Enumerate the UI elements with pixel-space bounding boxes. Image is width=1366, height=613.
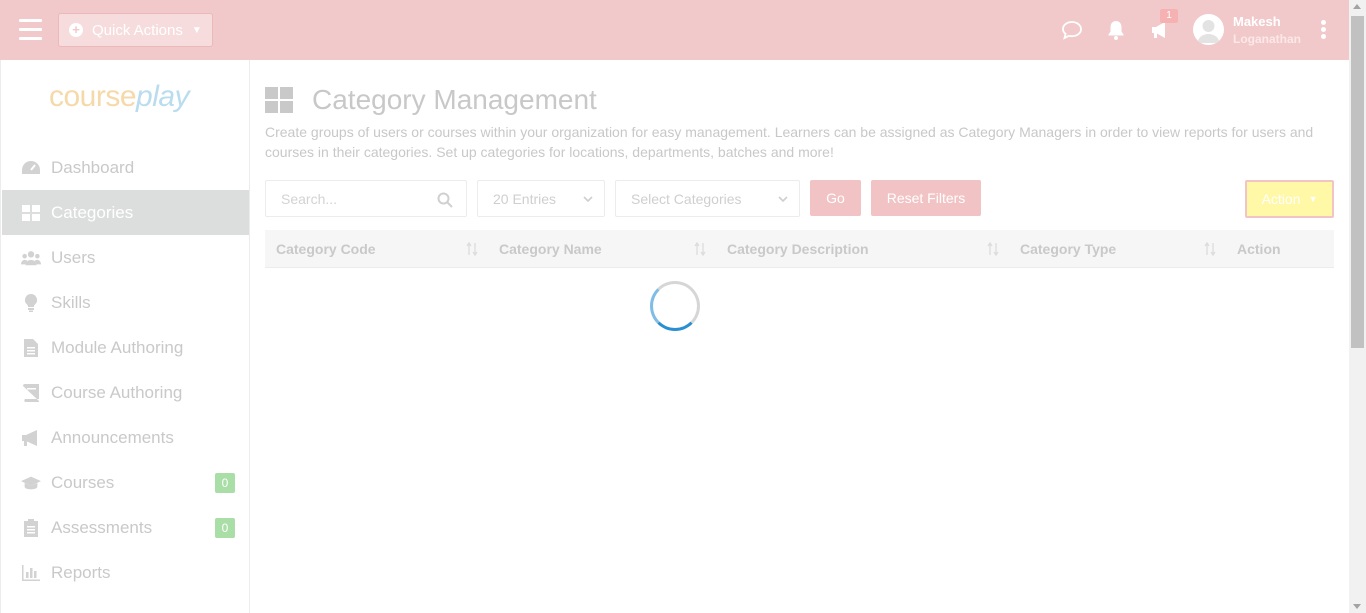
user-first-name[interactable]: Makesh [1233, 14, 1281, 29]
sidebar-item-reports[interactable]: Reports [2, 550, 249, 595]
column-header-action: Action [1237, 241, 1281, 257]
sort-icon[interactable] [466, 242, 478, 256]
sidebar-item-label: Course Authoring [51, 382, 183, 402]
go-button[interactable]: Go [810, 180, 861, 216]
sort-icon[interactable] [987, 242, 999, 256]
sort-icon[interactable] [694, 242, 706, 256]
top-navbar: + Quick Actions ▼ 1 Makesh Loganathan [0, 0, 1349, 60]
chevron-down-icon: ▼ [191, 24, 202, 36]
search-box [265, 180, 467, 217]
reset-filters-button[interactable]: Reset Filters [871, 180, 981, 216]
sidebar-item-label: Announcements [51, 427, 174, 447]
search-input[interactable] [266, 181, 426, 216]
action-button-label: Action [1261, 191, 1301, 207]
clipboard-icon [21, 518, 41, 537]
sidebar-item-label: Module Authoring [51, 337, 184, 357]
column-header-category-name[interactable]: Category Name [499, 230, 602, 268]
action-dropdown-button[interactable]: Action ▼ [1245, 180, 1334, 218]
scroll-up-arrow-icon[interactable] [1353, 4, 1361, 9]
chevron-down-icon [778, 196, 788, 203]
sidebar-item-course-authoring[interactable]: Course Authoring [2, 370, 249, 415]
courseplay-logo[interactable]: courseplay [49, 80, 190, 114]
notification-badge: 1 [1160, 9, 1178, 23]
user-avatar-icon [1197, 20, 1220, 43]
bell-icon[interactable] [1104, 18, 1128, 42]
sidebar-item-announcements[interactable]: Announcements [2, 415, 249, 460]
sidebar: courseplay Dashboard Categories Users Sk… [0, 60, 250, 613]
entries-select[interactable]: 20 Entries [477, 180, 605, 217]
sidebar-item-label: Reports [51, 562, 111, 582]
table-header: Category Code Category Name Category Des… [265, 230, 1334, 268]
file-icon [21, 338, 41, 357]
more-options-icon[interactable] [1321, 20, 1329, 42]
book-icon [21, 383, 41, 402]
assessments-count-badge: 0 [215, 518, 235, 538]
page-description: Create groups of users or courses within… [265, 124, 1314, 160]
grid-icon [21, 204, 41, 222]
sidebar-item-module-authoring[interactable]: Module Authoring [2, 325, 249, 370]
scrollbar-thumb[interactable] [1351, 16, 1364, 348]
column-header-category-code[interactable]: Category Code [276, 230, 376, 268]
sidebar-item-label: Categories [51, 202, 134, 222]
page-title: Category Management [312, 84, 597, 115]
quick-actions-button[interactable]: + Quick Actions ▼ [58, 13, 213, 47]
user-last-name[interactable]: Loganathan [1233, 32, 1301, 46]
chat-icon[interactable] [1060, 18, 1084, 42]
logo-text-play: play [136, 80, 190, 113]
lightbulb-icon [21, 293, 41, 312]
sidebar-item-label: Courses [51, 472, 115, 492]
categories-select[interactable]: Select Categories [615, 180, 800, 217]
sidebar-item-label: Assessments [51, 517, 153, 537]
hamburger-menu-icon[interactable] [19, 19, 42, 41]
sort-icon[interactable] [1204, 242, 1216, 256]
sidebar-item-skills[interactable]: Skills [2, 280, 249, 325]
sidebar-item-assessments[interactable]: Assessments 0 [2, 505, 249, 550]
logo-text-course: course [49, 80, 137, 113]
courses-count-badge: 0 [215, 473, 235, 493]
quick-actions-label: Quick Actions [92, 21, 183, 39]
bar-chart-icon [21, 564, 41, 582]
sidebar-item-label: Users [51, 247, 96, 267]
column-header-category-type[interactable]: Category Type [1020, 230, 1116, 268]
sidebar-item-users[interactable]: Users [2, 235, 249, 280]
sidebar-item-categories[interactable]: Categories [2, 190, 249, 235]
search-icon[interactable] [437, 192, 453, 208]
sidebar-item-label: Dashboard [51, 157, 135, 177]
chevron-down-icon [583, 196, 593, 203]
grid-icon [265, 87, 293, 113]
page-scrollbar[interactable] [1349, 0, 1366, 613]
megaphone-icon [21, 429, 41, 447]
plus-circle-icon: + [69, 23, 83, 37]
scroll-down-arrow-icon[interactable] [1353, 604, 1361, 609]
sidebar-item-dashboard[interactable]: Dashboard [2, 145, 249, 190]
dashboard-icon [21, 159, 41, 177]
column-header-category-description[interactable]: Category Description [727, 230, 869, 268]
categories-select-value: Select Categories [631, 190, 742, 207]
graduation-cap-icon [21, 474, 41, 492]
users-icon [21, 249, 41, 267]
chevron-down-icon: ▼ [1308, 194, 1318, 204]
user-avatar[interactable] [1193, 14, 1224, 45]
entries-select-value: 20 Entries [493, 190, 557, 207]
loading-spinner-icon [650, 281, 700, 331]
sidebar-item-courses[interactable]: Courses 0 [2, 460, 249, 505]
sidebar-item-label: Skills [51, 292, 91, 312]
